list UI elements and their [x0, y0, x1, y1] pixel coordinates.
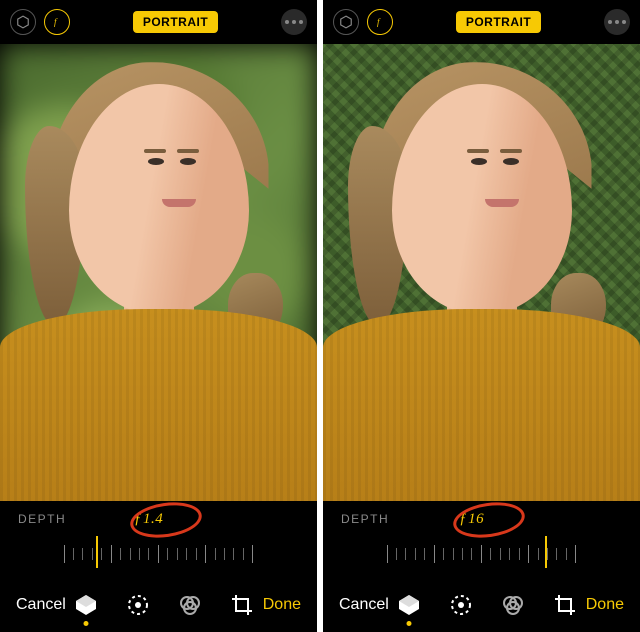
aperture-f-icon[interactable]: f	[367, 9, 393, 35]
photo-preview	[0, 44, 317, 501]
depth-label: DEPTH	[18, 512, 66, 526]
slider-marker	[96, 536, 98, 568]
depth-slider[interactable]	[387, 536, 577, 576]
mode-badge: PORTRAIT	[456, 11, 541, 33]
portrait-lighting-tool-icon[interactable]	[396, 592, 422, 618]
portrait-lighting-hex-icon[interactable]	[10, 9, 36, 35]
subject-person	[323, 44, 640, 501]
aperture-value: ƒ1.4	[134, 511, 163, 528]
photo-preview	[323, 44, 640, 501]
adjust-tool-icon[interactable]	[125, 592, 151, 618]
crop-tool-icon[interactable]	[552, 592, 578, 618]
cancel-button[interactable]: Cancel	[16, 596, 66, 614]
more-icon[interactable]	[281, 9, 307, 35]
aperture-f-icon[interactable]: f	[44, 9, 70, 35]
slider-marker	[545, 536, 547, 568]
filters-tool-icon[interactable]	[500, 592, 526, 618]
bottom-toolbar: Cancel Done	[323, 582, 640, 632]
aperture-value: ƒ16	[459, 511, 484, 528]
more-icon[interactable]	[604, 9, 630, 35]
subject-person	[0, 44, 317, 501]
svg-text:f: f	[54, 17, 58, 27]
depth-slider[interactable]	[64, 536, 254, 576]
cancel-button[interactable]: Cancel	[339, 596, 389, 614]
depth-controls: DEPTH ƒ16	[323, 501, 640, 582]
screen-left: f PORTRAIT	[0, 0, 317, 632]
crop-tool-icon[interactable]	[229, 592, 255, 618]
depth-controls: DEPTH ƒ1.4	[0, 501, 317, 582]
top-bar: f PORTRAIT	[0, 0, 317, 44]
filters-tool-icon[interactable]	[177, 592, 203, 618]
portrait-lighting-tool-icon[interactable]	[73, 592, 99, 618]
bottom-toolbar: Cancel Done	[0, 582, 317, 632]
screen-right: f PORTRAIT	[323, 0, 640, 632]
mode-badge: PORTRAIT	[133, 11, 218, 33]
svg-text:f: f	[377, 17, 381, 27]
done-button[interactable]: Done	[586, 596, 624, 614]
depth-label: DEPTH	[341, 512, 389, 526]
done-button[interactable]: Done	[263, 596, 301, 614]
top-bar: f PORTRAIT	[323, 0, 640, 44]
adjust-tool-icon[interactable]	[448, 592, 474, 618]
portrait-lighting-hex-icon[interactable]	[333, 9, 359, 35]
